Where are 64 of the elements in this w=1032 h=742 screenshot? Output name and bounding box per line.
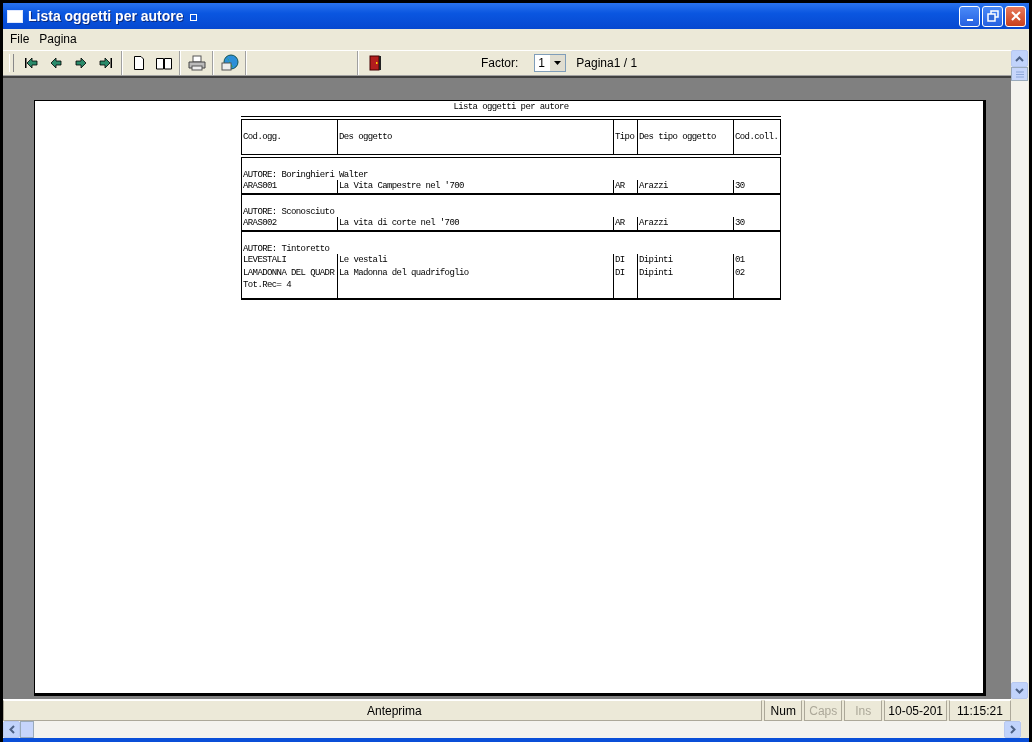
status-indicator: Caps: [804, 700, 843, 721]
table-cell: Dipinti: [639, 255, 673, 265]
window-icon: [7, 9, 23, 23]
table-cell: 30: [735, 218, 745, 228]
restore-button[interactable]: [982, 5, 1003, 27]
two-pages-icon: [155, 56, 172, 70]
page-icon: [132, 56, 145, 70]
table-cell: Arazzi: [639, 218, 668, 228]
horizontal-scrollbar[interactable]: [3, 721, 1021, 738]
page-indicator: Pagina1 / 1: [576, 56, 638, 70]
restore-icon: [986, 10, 999, 22]
square-icon: [189, 13, 197, 21]
table-cell: DI: [615, 255, 625, 265]
minimize-button[interactable]: [959, 5, 980, 27]
left-arrow-icon: [49, 57, 62, 69]
table-cell: 01: [735, 255, 745, 265]
table-cell: AR: [615, 218, 625, 228]
status-message: Anteprima: [3, 700, 763, 721]
printer-icon: [187, 55, 206, 71]
grip-icon: [1015, 70, 1024, 78]
table-cell: Le vestali: [339, 255, 387, 265]
record-total: Tot.Rec= 4: [243, 280, 291, 290]
column-header: Des tipo oggetto: [637, 118, 734, 156]
menu-item[interactable]: Pagina: [34, 32, 82, 46]
vertical-scrollbar[interactable]: [1011, 50, 1028, 699]
status-indicator: Ins: [844, 700, 883, 721]
table-cell: Dipinti: [639, 268, 673, 278]
table-cell: 30: [735, 181, 745, 191]
scroll-thumb[interactable]: [20, 721, 34, 738]
status-indicator: Num: [764, 700, 803, 721]
table-cell: La Madonna del quadrifoglio: [339, 268, 469, 278]
window-title: Lista oggetti per autore: [28, 8, 184, 24]
factor-label: Factor:: [481, 56, 519, 70]
column-header: Cod.coll.: [733, 118, 781, 156]
column-header: Tipo: [613, 118, 638, 156]
factor-dropdown[interactable]: 1: [534, 54, 567, 72]
table-cell: 02: [735, 268, 745, 278]
table-cell: LAMADONNA DEL QUADR: [243, 268, 335, 278]
column-header: Des oggetto: [337, 118, 614, 156]
minimize-icon: [966, 19, 973, 21]
globe-icon: [220, 54, 239, 72]
right-arrow-icon: [74, 57, 87, 69]
first-page-icon: [23, 57, 38, 69]
menu-item[interactable]: File: [5, 32, 35, 46]
status-date: 10-05-201: [884, 700, 947, 721]
author-heading: AUTORE: Boringhieri Walter: [243, 170, 368, 180]
table-cell: La Vita Campestre nel '700: [339, 181, 464, 191]
close-icon: [1009, 10, 1022, 22]
last-page-icon: [98, 57, 113, 69]
author-heading: AUTORE: Sconosciuto: [243, 207, 335, 217]
caret-icon: [554, 61, 562, 65]
door-icon: [367, 55, 382, 71]
table-cell: ARAS001: [243, 181, 277, 191]
status-time: 11:15:21: [949, 700, 1011, 721]
report-title: Lista oggetti per autore: [453, 102, 569, 112]
author-heading: AUTORE: Tintoretto: [243, 244, 330, 254]
table-cell: La vita di corte nel '700: [339, 218, 460, 228]
table-cell: LEVESTALI: [243, 255, 287, 265]
column-header: Cod.ogg.: [241, 118, 338, 156]
table-cell: AR: [615, 181, 625, 191]
table-cell: ARAS002: [243, 218, 277, 228]
table-cell: Arazzi: [639, 181, 668, 191]
table-cell: DI: [615, 268, 625, 278]
close-button[interactable]: [1005, 5, 1026, 27]
